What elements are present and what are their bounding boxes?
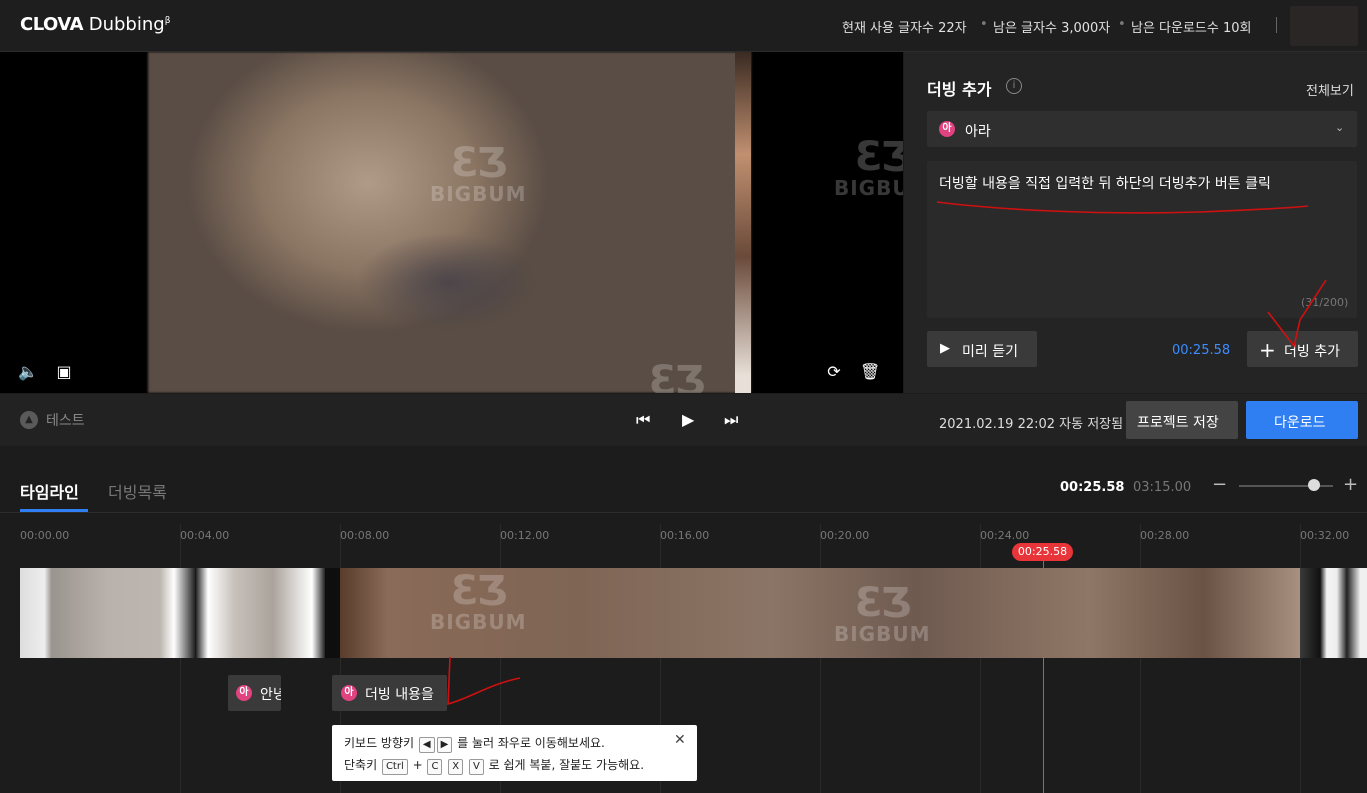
annotation-arrow — [447, 656, 521, 706]
annotation-underline — [936, 201, 1309, 214]
annotation-check — [1267, 279, 1327, 348]
annotation-overlay — [447, 201, 1327, 706]
